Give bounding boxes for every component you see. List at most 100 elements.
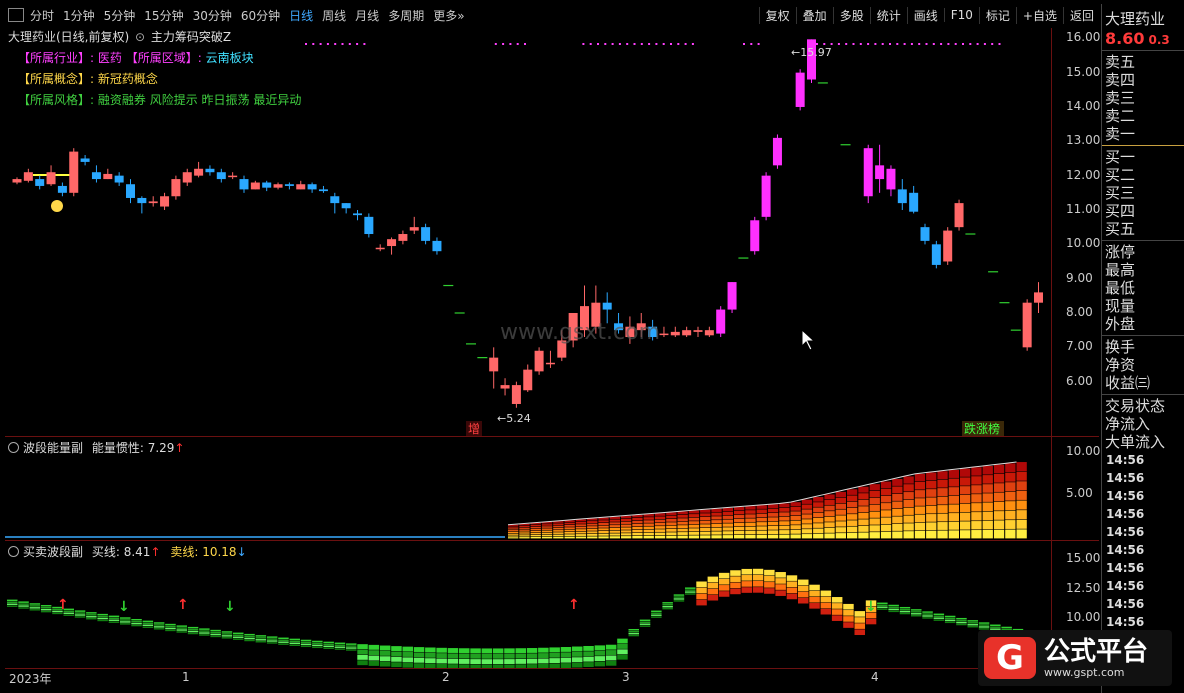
period-tab-6[interactable]: 日线 [289,7,313,24]
stat-item-1[interactable]: 最高 [1105,261,1184,279]
stat2-item-0[interactable]: 换手 [1105,338,1184,356]
period-tab-4[interactable]: 30分钟 [193,7,232,24]
settings-circle-icon[interactable]: ⊙ [135,30,145,44]
buy-band-cell [639,625,651,627]
buy-level-4[interactable]: 买五 [1105,220,1184,238]
candle-body [511,385,521,404]
stat2-item-2[interactable]: 收益㈢ [1105,374,1184,392]
energy-cell [564,529,575,532]
energy-cell [688,531,700,535]
energy-cell [960,486,971,495]
price-tick-0: 16.00 [1066,30,1101,45]
trade-band-indicator-chart[interactable]: ↑ ↓ ↑ ↓ ↑ ↓ [5,541,1051,668]
sell-band-cell [820,596,832,603]
buy-level-3[interactable]: 买四 [1105,202,1184,220]
toolbar-button-7[interactable]: +自选 [1015,6,1063,24]
buy-band-cell [108,619,120,621]
buy-level-1[interactable]: 买二 [1105,166,1184,184]
indicator-name[interactable]: 主力筹码突破Z [151,30,231,44]
ind2-name[interactable]: 买卖波段副 [23,545,83,559]
buy-band-cell [673,596,685,598]
time-item-4[interactable]: 14:56 [1106,523,1184,541]
toolbar-button-0[interactable]: 复权 [758,6,796,24]
sell-level-4[interactable]: 卖一 [1105,125,1184,143]
toolbar-button-1[interactable]: 叠加 [795,6,833,24]
buy-band-cell [899,610,911,613]
signal-dot [903,43,906,45]
period-tab-1[interactable]: 1分钟 [63,7,95,24]
energy-cell [530,526,541,529]
sell-level-2[interactable]: 卖三 [1105,89,1184,107]
buy-band-cell [391,646,402,651]
trade-item-0[interactable]: 交易状态 [1105,397,1184,415]
toolbar-button-5[interactable]: F10 [943,8,979,22]
candle-body [273,184,283,188]
energy-cell [971,476,982,485]
candle-body [330,196,340,204]
trade-item-1[interactable]: 净流入 [1105,415,1184,433]
period-tab-10[interactable]: 更多» [433,7,464,24]
buy-level-0[interactable]: 买一 [1105,148,1184,166]
ind1-name[interactable]: 波段能量副 [23,441,83,455]
energy-cell [869,484,880,491]
tag-die: 跌涨榜 [964,421,1000,436]
buy-band-cell [933,619,945,621]
sell-level-0[interactable]: 卖五 [1105,53,1184,71]
period-tab-2[interactable]: 5分钟 [104,7,136,24]
divider [1102,145,1184,146]
toolbar-button-6[interactable]: 标记 [978,6,1016,24]
energy-cell [677,525,688,529]
toolbar-button-3[interactable]: 统计 [869,6,907,24]
stat-item-2[interactable]: 最低 [1105,279,1184,297]
signal-dot [983,43,986,45]
time-item-1[interactable]: 14:56 [1106,469,1184,487]
price-tick-5: 11.00 [1066,201,1101,216]
stat-item-3[interactable]: 现量 [1105,297,1184,315]
buy-band-cell [120,621,131,623]
time-item-2[interactable]: 14:56 [1106,487,1184,505]
buy-band-cell [165,625,176,628]
time-item-9[interactable]: 14:56 [1106,613,1184,631]
time-item-8[interactable]: 14:56 [1106,595,1184,613]
energy-cell [621,518,632,522]
sell-band-cell [831,615,843,621]
settings-circle-icon[interactable] [8,546,19,557]
candle-body [148,201,158,204]
sell-level-3[interactable]: 卖二 [1105,107,1184,125]
stat-item-0[interactable]: 涨停 [1105,243,1184,261]
toolbar-button-8[interactable]: 返回 [1062,6,1100,24]
period-tab-3[interactable]: 15分钟 [144,7,183,24]
sell-level-1[interactable]: 卖四 [1105,71,1184,89]
candle-body [761,175,771,217]
time-item-3[interactable]: 14:56 [1106,505,1184,523]
period-tab-9[interactable]: 多周期 [388,7,424,24]
trade-item-2[interactable]: 大单流入 [1105,433,1184,451]
buy-band-cell [888,604,899,607]
period-tab-0[interactable]: 分时 [30,7,54,24]
time-item-0[interactable]: 14:56 [1106,451,1184,469]
settings-circle-icon[interactable] [8,442,19,453]
energy-cell [643,526,654,530]
period-tab-5[interactable]: 60分钟 [241,7,280,24]
toolbar-button-4[interactable]: 画线 [906,6,944,24]
energy-cell [1016,462,1027,472]
stat2-item-1[interactable]: 净资 [1105,356,1184,374]
time-item-7[interactable]: 14:56 [1106,577,1184,595]
time-item-5[interactable]: 14:56 [1106,541,1184,559]
buy-band-cell [594,645,606,651]
energy-cell [858,525,869,532]
buy-band-cell [233,638,244,640]
energy-cell [677,521,688,525]
energy-cell [654,522,666,526]
window-icon[interactable] [8,8,24,22]
energy-cell [598,522,609,526]
time-item-6[interactable]: 14:56 [1106,559,1184,577]
period-tab-8[interactable]: 月线 [355,7,379,24]
buy-level-2[interactable]: 买三 [1105,184,1184,202]
toolbar-button-2[interactable]: 多股 [832,6,870,24]
stat-item-4[interactable]: 外盘 [1105,315,1184,333]
buy-band-cell [7,599,18,602]
period-tab-7[interactable]: 周线 [322,7,346,24]
energy-cell [654,532,666,536]
candle-body [114,175,124,183]
